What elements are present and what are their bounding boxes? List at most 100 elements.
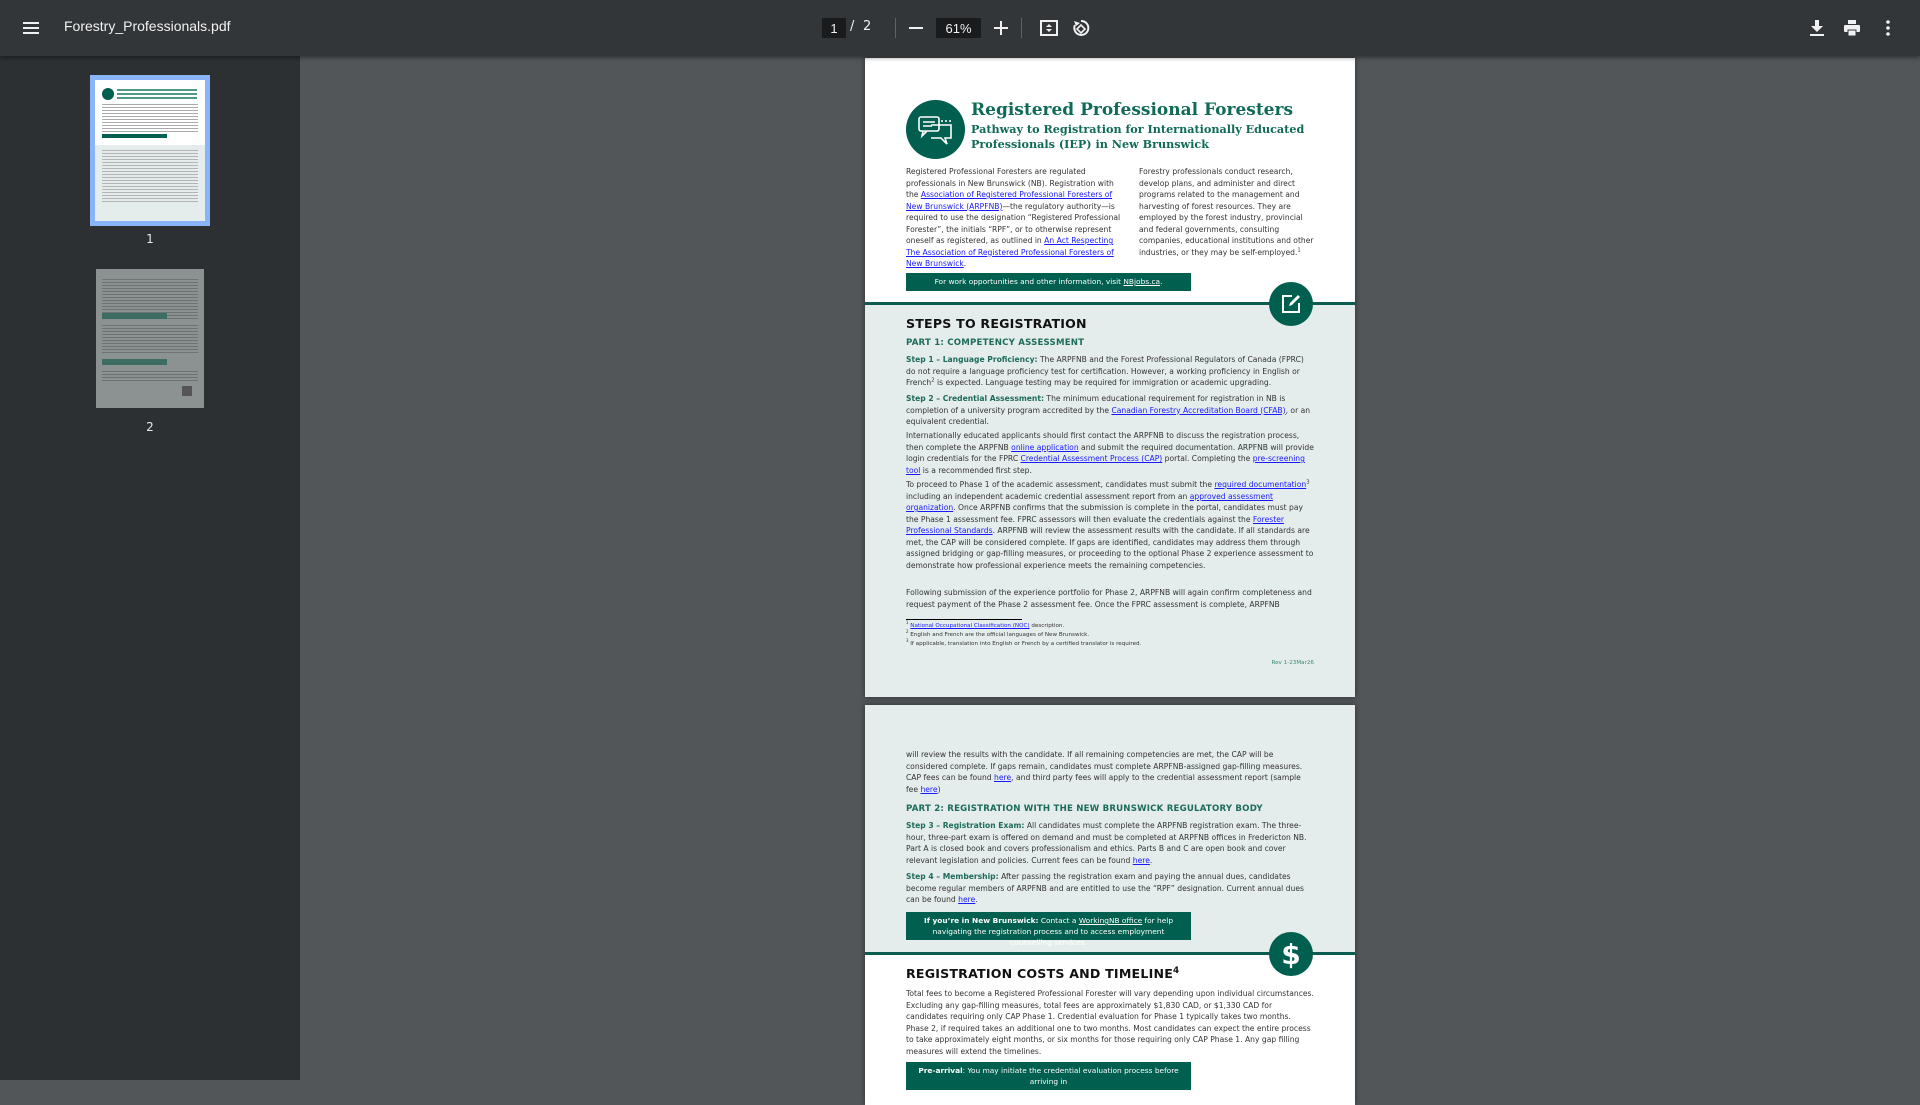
dollar-icon: $ bbox=[1269, 932, 1313, 976]
text-run: . bbox=[963, 259, 967, 268]
zoom-out-button[interactable] bbox=[903, 16, 929, 40]
thumbnail-page-2[interactable] bbox=[96, 269, 204, 408]
continued-paragraph: will review the results with the candida… bbox=[906, 749, 1314, 795]
text-run: Total fees to become a Registered Profes… bbox=[906, 989, 1314, 1056]
hyperlink[interactable]: here bbox=[920, 785, 937, 794]
footnote-rule bbox=[906, 619, 1022, 620]
hyperlink[interactable]: here bbox=[1133, 856, 1150, 865]
footnote-marker: 1 bbox=[1297, 246, 1301, 253]
footnote-3: 3 If applicable, translation into Englis… bbox=[906, 639, 1314, 649]
step3-paragraph: Step 3 – Registration Exam: All candidat… bbox=[906, 820, 1314, 866]
text-run: To proceed to Phase 1 of the academic as… bbox=[906, 480, 1215, 489]
print-icon bbox=[1844, 20, 1860, 36]
text-run: is a recommended first step. bbox=[920, 465, 1032, 475]
text-run: . bbox=[975, 895, 978, 904]
costs-paragraph: Total fees to become a Registered Profes… bbox=[906, 988, 1314, 1057]
hyperlink[interactable]: here bbox=[958, 895, 975, 904]
menu-icon bbox=[23, 22, 39, 34]
rotate-button[interactable] bbox=[1068, 15, 1094, 41]
hyperlink[interactable]: National Occupational Classification (NO… bbox=[910, 623, 1029, 629]
text-run: Contact a bbox=[1038, 916, 1079, 925]
costs-heading-footnote: 4 bbox=[1173, 965, 1180, 976]
print-button[interactable] bbox=[1838, 14, 1866, 42]
fit-page-icon bbox=[1040, 20, 1058, 36]
text-run: English and French are the official lang… bbox=[908, 632, 1090, 638]
part1-heading: PART 1: COMPETENCY ASSESSMENT bbox=[906, 338, 1085, 348]
thumbnail-sidebar: 1 2 bbox=[0, 56, 300, 1080]
zoom-out-icon bbox=[909, 27, 923, 29]
hyperlink[interactable]: Credential Assessment Process (CAP) bbox=[1021, 454, 1163, 463]
new-brunswick-callout: If you’re in New Brunswick: Contact a Wo… bbox=[906, 912, 1191, 947]
menu-button[interactable] bbox=[18, 14, 46, 42]
more-options-button[interactable] bbox=[1874, 14, 1902, 42]
bold-lead-text: Step 3 – Registration Exam: bbox=[906, 821, 1025, 830]
footnote-marker: 3 bbox=[1306, 479, 1310, 486]
bold-lead-text: If you’re in New Brunswick: bbox=[923, 916, 1039, 925]
zoom-in-button[interactable] bbox=[988, 16, 1014, 40]
phase1-paragraph: To proceed to Phase 1 of the academic as… bbox=[906, 479, 1314, 571]
bold-lead-text: Pre-arrival bbox=[918, 1066, 963, 1075]
hyperlink[interactable]: NBjobs.ca bbox=[1123, 277, 1160, 286]
zoom-in-icon bbox=[994, 21, 1008, 35]
thumbnail-label: 2 bbox=[146, 420, 154, 434]
page-separator: / bbox=[850, 19, 855, 34]
bold-lead-text: Step 4 – Membership: bbox=[906, 872, 999, 881]
chat-bubbles-logo-icon bbox=[906, 100, 965, 159]
step2-paragraph: Step 2 – Credential Assessment: The mini… bbox=[906, 393, 1314, 428]
document-title: Forestry_Professionals.pdf bbox=[64, 18, 231, 34]
pdf-page-1: Registered Professional Foresters Pathwa… bbox=[865, 58, 1355, 697]
document-title: Registered Professional Foresters bbox=[971, 100, 1294, 120]
hyperlink[interactable]: required documentation bbox=[1214, 480, 1306, 489]
text-run: Forestry professionals conduct research,… bbox=[1139, 167, 1314, 257]
step1-paragraph: Step 1 – Language Proficiency: The ARPFN… bbox=[906, 354, 1314, 389]
text-run: description. bbox=[1029, 623, 1065, 629]
edit-note-icon bbox=[1269, 282, 1313, 326]
hyperlink[interactable]: here bbox=[994, 773, 1011, 782]
text-run: For work opportunities and other informa… bbox=[934, 277, 1124, 286]
steps-heading: STEPS TO REGISTRATION bbox=[906, 316, 1087, 331]
zoom-level-input[interactable] bbox=[936, 18, 981, 38]
text-run: is expected. Language testing may be req… bbox=[934, 378, 1272, 387]
toolbar-divider bbox=[895, 18, 896, 38]
pdf-toolbar: Forestry_Professionals.pdf / 2 bbox=[0, 0, 1920, 56]
costs-heading-text: REGISTRATION COSTS AND TIMELINE bbox=[906, 966, 1174, 981]
toolbar-divider bbox=[1021, 18, 1022, 38]
pre-arrival-callout: Pre-arrival: You may initiate the creden… bbox=[906, 1062, 1191, 1090]
page-total: 2 bbox=[863, 19, 872, 34]
hyperlink[interactable]: Canadian Forestry Accreditation Board (C… bbox=[1111, 406, 1285, 415]
text-run: including an independent academic creden… bbox=[906, 491, 1190, 501]
phase2-paragraph: Following submission of the experience p… bbox=[906, 587, 1314, 610]
thumbnail-page-1[interactable] bbox=[90, 75, 210, 226]
bold-lead-text: Step 1 – Language Proficiency: bbox=[906, 355, 1038, 364]
download-button[interactable] bbox=[1803, 14, 1831, 42]
page-number-input[interactable] bbox=[822, 18, 846, 38]
thumbnail-image bbox=[95, 80, 205, 221]
intro-paragraph-right: Forestry professionals conduct research,… bbox=[1139, 166, 1317, 258]
text-run: If applicable, translation into English … bbox=[908, 641, 1142, 647]
pdf-page-2: will review the results with the candida… bbox=[865, 705, 1355, 1105]
text-run: Following submission of the experience p… bbox=[906, 588, 1312, 609]
rotate-icon bbox=[1073, 19, 1090, 36]
text-run: . bbox=[1160, 277, 1163, 286]
download-icon bbox=[1810, 20, 1824, 36]
document-subtitle: Pathway to Registration for Internationa… bbox=[971, 122, 1305, 151]
step4-paragraph: Step 4 – Membership: After passing the r… bbox=[906, 871, 1314, 906]
fit-page-button[interactable] bbox=[1036, 15, 1062, 41]
revision-label: Rev 1-23Mar26 bbox=[1271, 660, 1314, 666]
thumbnail-label: 1 bbox=[146, 232, 154, 246]
hyperlink[interactable]: WorkingNB office bbox=[1079, 916, 1142, 925]
text-run: . Once ARPFNB confirms that the submissi… bbox=[906, 503, 1304, 524]
text-run: . bbox=[1149, 855, 1153, 865]
more-options-icon bbox=[1886, 20, 1890, 36]
intro-paragraph-left: Registered Professional Foresters are re… bbox=[906, 166, 1122, 270]
bold-lead-text: Step 2 – Credential Assessment: bbox=[906, 394, 1045, 403]
text-run: portal. Completing the bbox=[1162, 454, 1253, 463]
text-run: : You may initiate the credential evalua… bbox=[962, 1066, 1179, 1086]
footnote-2: 2 English and French are the official la… bbox=[906, 630, 1314, 640]
footnote-1: 1 National Occupational Classification (… bbox=[906, 621, 1314, 631]
hyperlink[interactable]: online application bbox=[1011, 443, 1078, 452]
costs-heading: REGISTRATION COSTS AND TIMELINE4 bbox=[906, 966, 1179, 981]
text-run: ) bbox=[937, 784, 941, 794]
nbjobs-callout: For work opportunities and other informa… bbox=[906, 273, 1191, 291]
part2-heading: PART 2: REGISTRATION WITH THE NEW BRUNSW… bbox=[906, 804, 1263, 814]
